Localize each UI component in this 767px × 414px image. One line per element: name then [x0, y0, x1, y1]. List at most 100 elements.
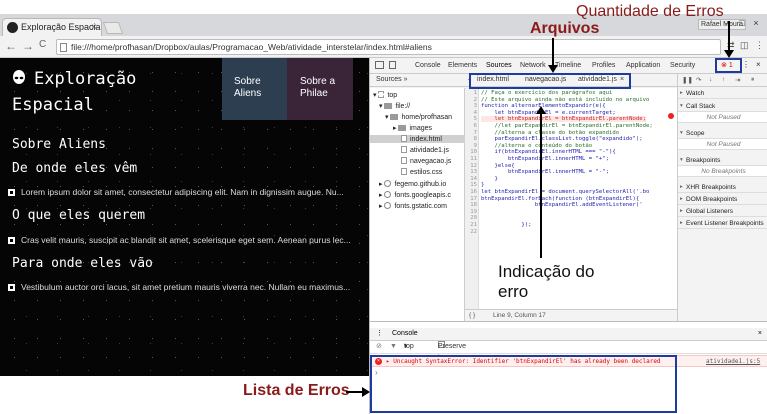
line-number[interactable]: 11 [465, 156, 477, 162]
menu-icon[interactable]: ⋮ [755, 40, 764, 51]
more-icon[interactable]: ⋮ [742, 60, 750, 69]
error-source-link[interactable]: atividade1.js:5 [706, 356, 760, 366]
line-number[interactable]: 16 [465, 189, 477, 195]
tree-item[interactable]: navegacao.js [401, 157, 451, 165]
drawer-menu-icon[interactable]: ⋮ [376, 328, 383, 340]
context-select[interactable]: top ▾ [404, 341, 414, 353]
code-line[interactable]: } [481, 182, 484, 188]
nav-sobre-philae[interactable]: Sobre a Philae [287, 58, 353, 120]
line-number[interactable]: 13 [465, 169, 477, 175]
tab-profiles[interactable]: Profiles [592, 62, 615, 69]
new-tab-button[interactable] [102, 22, 124, 34]
line-number[interactable]: 21 [465, 222, 477, 228]
code-line[interactable]: //let parExpandirEl = btnExpandirEl.pare… [481, 123, 652, 129]
line-number[interactable]: 5 [465, 116, 477, 122]
section-global-listeners[interactable]: Global Listeners [678, 206, 767, 217]
line-number[interactable]: 18 [465, 202, 477, 208]
section-event-listener-breakpoints[interactable]: Event Listener Breakpoints [678, 218, 767, 229]
step-over-icon[interactable]: ↷ [696, 76, 701, 84]
tab-application[interactable]: Application [626, 62, 660, 69]
line-number[interactable]: 3 [465, 103, 477, 109]
code-line[interactable]: }); [481, 222, 531, 228]
tree-item[interactable]: ▸ fonts.googleapis.c [379, 191, 451, 199]
step-out-icon[interactable]: ↑ [722, 76, 725, 83]
close-window-icon[interactable]: × [749, 18, 763, 28]
line-number[interactable]: 15 [465, 182, 477, 188]
address-bar[interactable]: file:///home/profhasan/Dropbox/aulas/Pro… [56, 39, 721, 55]
line-number[interactable]: 20 [465, 215, 477, 221]
tree-item[interactable]: ▸ fonts.gstatic.com [379, 202, 447, 210]
back-icon[interactable]: ← [5, 39, 17, 53]
tab-security[interactable]: Security [670, 62, 695, 69]
code-line[interactable]: btnExpandirEl.forEach(function (btnExpan… [481, 196, 639, 202]
line-number[interactable]: 8 [465, 136, 477, 142]
tab-timeline[interactable]: Timeline [555, 62, 581, 69]
deactivate-breakpoints-icon[interactable]: ⇥ [735, 76, 740, 84]
tree-item[interactable]: ▸ fegemo.github.io [379, 180, 446, 188]
line-number[interactable]: 1 [465, 90, 477, 96]
pause-icon[interactable]: ❚❚ [682, 76, 693, 84]
line-number[interactable]: 7 [465, 130, 477, 136]
extension-icon[interactable]: ◫ [740, 40, 749, 51]
code-line[interactable]: let btnExpandirEl = document.querySelect… [481, 189, 649, 195]
code-line[interactable]: parExpandirEl.classList.toggle("expandid… [481, 136, 642, 142]
code-line[interactable]: } [481, 176, 497, 182]
tree-item[interactable]: ▾ top [373, 91, 397, 99]
nav-sobre-aliens[interactable]: Sobre Aliens [222, 58, 287, 120]
line-number[interactable]: 17 [465, 196, 477, 202]
line-number[interactable]: 19 [465, 209, 477, 215]
code-line[interactable]: // Este arquivo ainda não está incluído … [481, 97, 649, 103]
tree-item[interactable]: index.html [370, 135, 465, 143]
console-title[interactable]: Console [392, 330, 418, 337]
section-breakpoints[interactable]: Breakpoints [678, 155, 767, 166]
device-icon[interactable] [389, 61, 396, 69]
inspect-icon[interactable] [375, 61, 384, 69]
tree-item[interactable]: ▾ file:// [379, 102, 410, 110]
browser-tab[interactable]: Exploração Espacial × [2, 18, 102, 36]
reload-icon[interactable]: C [39, 39, 46, 50]
section-xhr-breakpoints[interactable]: XHR Breakpoints [678, 182, 767, 193]
line-number[interactable]: 6 [465, 123, 477, 129]
pause-on-exceptions-icon[interactable]: ⏸ [751, 76, 754, 84]
expand-button[interactable] [8, 189, 15, 196]
code-line[interactable]: //alterna a classe do botão expandido [481, 130, 619, 136]
tab-elements[interactable]: Elements [448, 62, 477, 69]
expand-button[interactable] [8, 284, 15, 291]
code-line[interactable]: }else{ [481, 163, 514, 169]
code-line[interactable]: //alterna o conteúdo do botão [481, 143, 592, 149]
section-watch[interactable]: Watch [678, 88, 767, 99]
expand-button[interactable] [8, 237, 15, 244]
code-line[interactable]: let btnExpandirEl = btnExpandirEl.parent… [481, 116, 647, 123]
tree-item[interactable]: estilos.css [401, 168, 442, 176]
step-into-icon[interactable]: ↓ [709, 76, 712, 83]
line-number[interactable]: 9 [465, 143, 477, 149]
code-line[interactable]: if(btnExpandirEl.innerHTML === "-"){ [481, 149, 615, 155]
tab-console[interactable]: Console [415, 62, 441, 69]
line-number[interactable]: 12 [465, 163, 477, 169]
close-devtools-icon[interactable]: × [756, 60, 761, 69]
tree-item[interactable]: atividade1.js [401, 146, 449, 154]
line-number[interactable]: 4 [465, 110, 477, 116]
line-number[interactable]: 14 [465, 176, 477, 182]
tree-item[interactable]: ▾ home/profhasan [385, 113, 452, 121]
section-call-stack[interactable]: Call Stack [678, 101, 767, 112]
tab-network[interactable]: Network [520, 62, 546, 69]
line-number[interactable]: 2 [465, 97, 477, 103]
sources-label[interactable]: Sources [376, 76, 402, 83]
site-logo[interactable]: Exploração Espacial [12, 66, 222, 118]
forward-icon[interactable]: → [22, 39, 34, 53]
line-number[interactable]: 10 [465, 149, 477, 155]
tree-item[interactable]: ▸ images [393, 124, 432, 132]
section-dom-breakpoints[interactable]: DOM Breakpoints [678, 194, 767, 205]
close-drawer-icon[interactable]: × [758, 328, 762, 340]
line-number[interactable]: 22 [465, 229, 477, 235]
code-line[interactable]: // Faça o exercício dos parágrafos aqui [481, 90, 612, 96]
code-line[interactable]: btnExpandirEl.innerHTML = "+"; [481, 156, 609, 162]
clear-console-icon[interactable]: ⊘ [376, 341, 382, 353]
code-line[interactable]: let btnExpandirEl = e.currentTarget; [481, 110, 615, 116]
tab-sources[interactable]: Sources [486, 62, 512, 69]
pretty-print-icon[interactable]: { } [469, 310, 475, 321]
code-line[interactable]: btnExpandirEl.innerHTML = "-"; [481, 169, 609, 175]
code-line[interactable]: btnExpandirEl.addEventListener(' [481, 202, 643, 208]
maximize-icon[interactable]: □ [735, 18, 749, 28]
